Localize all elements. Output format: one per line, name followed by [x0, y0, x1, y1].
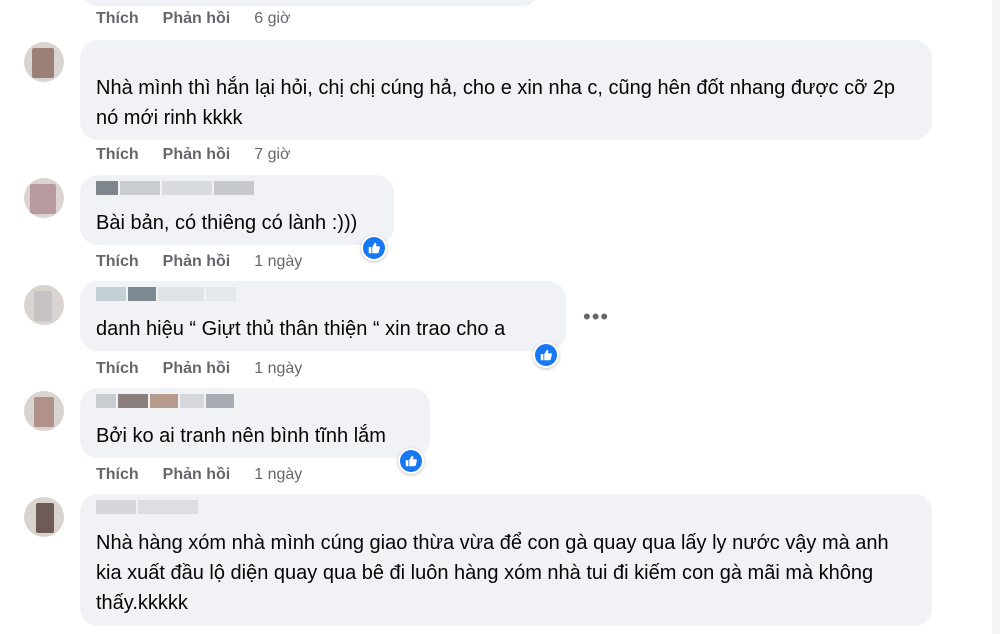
reply-button[interactable]: Phản hồi: [163, 466, 231, 484]
comment-time[interactable]: 1 ngày: [254, 253, 302, 271]
more-options-icon[interactable]: •••: [583, 306, 609, 328]
comment-actions-2: Thích Phản hồi 1 ngày: [96, 253, 302, 271]
comment-bubble: Bài bản, có thiêng có lành :))): [80, 175, 394, 245]
comment-time[interactable]: 1 ngày: [254, 466, 302, 484]
reply-button[interactable]: Phản hồi: [163, 146, 231, 164]
previous-comment-bubble: [80, 0, 540, 6]
comment-time[interactable]: 6 giờ: [254, 10, 290, 28]
avatar[interactable]: [24, 391, 64, 431]
avatar[interactable]: [24, 497, 64, 537]
comment-bubble: Nhà hàng xóm nhà mình cúng giao thừa vừa…: [80, 494, 932, 626]
reply-button[interactable]: Phản hồi: [163, 253, 231, 271]
scrollbar[interactable]: [992, 0, 1000, 634]
commenter-name-redacted[interactable]: [96, 500, 198, 514]
commenter-name-redacted[interactable]: [96, 394, 234, 408]
comment-text: Nhà hàng xóm nhà mình cúng giao thừa vừa…: [96, 532, 889, 614]
like-button[interactable]: Thích: [96, 253, 139, 271]
comment-actions-0: Thích Phản hồi 6 giờ: [96, 10, 291, 28]
reaction-badge[interactable]: [361, 235, 387, 261]
commenter-name-redacted[interactable]: [96, 181, 254, 195]
comment-bubble: Nhà mình thì hắn lại hỏi, chị chị cúng h…: [80, 40, 932, 140]
comment-text: Bởi ko ai tranh nên bình tĩnh lắm: [96, 425, 386, 447]
comment-thread: Thích Phản hồi 6 giờ Nhà mình thì hắn lạ…: [0, 0, 1000, 634]
comment-actions-3: Thích Phản hồi 1 ngày: [96, 360, 302, 378]
comment-text: Nhà mình thì hắn lại hỏi, chị chị cúng h…: [96, 77, 896, 129]
comment-bubble: Bởi ko ai tranh nên bình tĩnh lắm: [80, 388, 430, 458]
reply-button[interactable]: Phản hồi: [163, 10, 231, 28]
like-icon: [400, 450, 422, 472]
comment-text: danh hiệu “ Giựt thủ thân thiện “ xin tr…: [96, 318, 506, 340]
like-icon: [535, 344, 557, 366]
like-button[interactable]: Thích: [96, 466, 139, 484]
comment-time[interactable]: 7 giờ: [254, 146, 290, 164]
avatar[interactable]: [24, 178, 64, 218]
avatar[interactable]: [24, 42, 64, 82]
avatar[interactable]: [24, 285, 64, 325]
comment-text: Bài bản, có thiêng có lành :))): [96, 212, 358, 234]
comment-time[interactable]: 1 ngày: [254, 360, 302, 378]
reaction-badge[interactable]: [533, 342, 559, 368]
comment-actions-1: Thích Phản hồi 7 giờ: [96, 146, 291, 164]
reply-button[interactable]: Phản hồi: [163, 360, 231, 378]
like-icon: [363, 237, 385, 259]
comment-bubble: danh hiệu “ Giựt thủ thân thiện “ xin tr…: [80, 281, 566, 351]
commenter-name-redacted[interactable]: [96, 287, 236, 301]
like-button[interactable]: Thích: [96, 146, 139, 164]
like-button[interactable]: Thích: [96, 360, 139, 378]
like-button[interactable]: Thích: [96, 10, 139, 28]
reaction-badge[interactable]: [398, 448, 424, 474]
comment-actions-4: Thích Phản hồi 1 ngày: [96, 466, 302, 484]
